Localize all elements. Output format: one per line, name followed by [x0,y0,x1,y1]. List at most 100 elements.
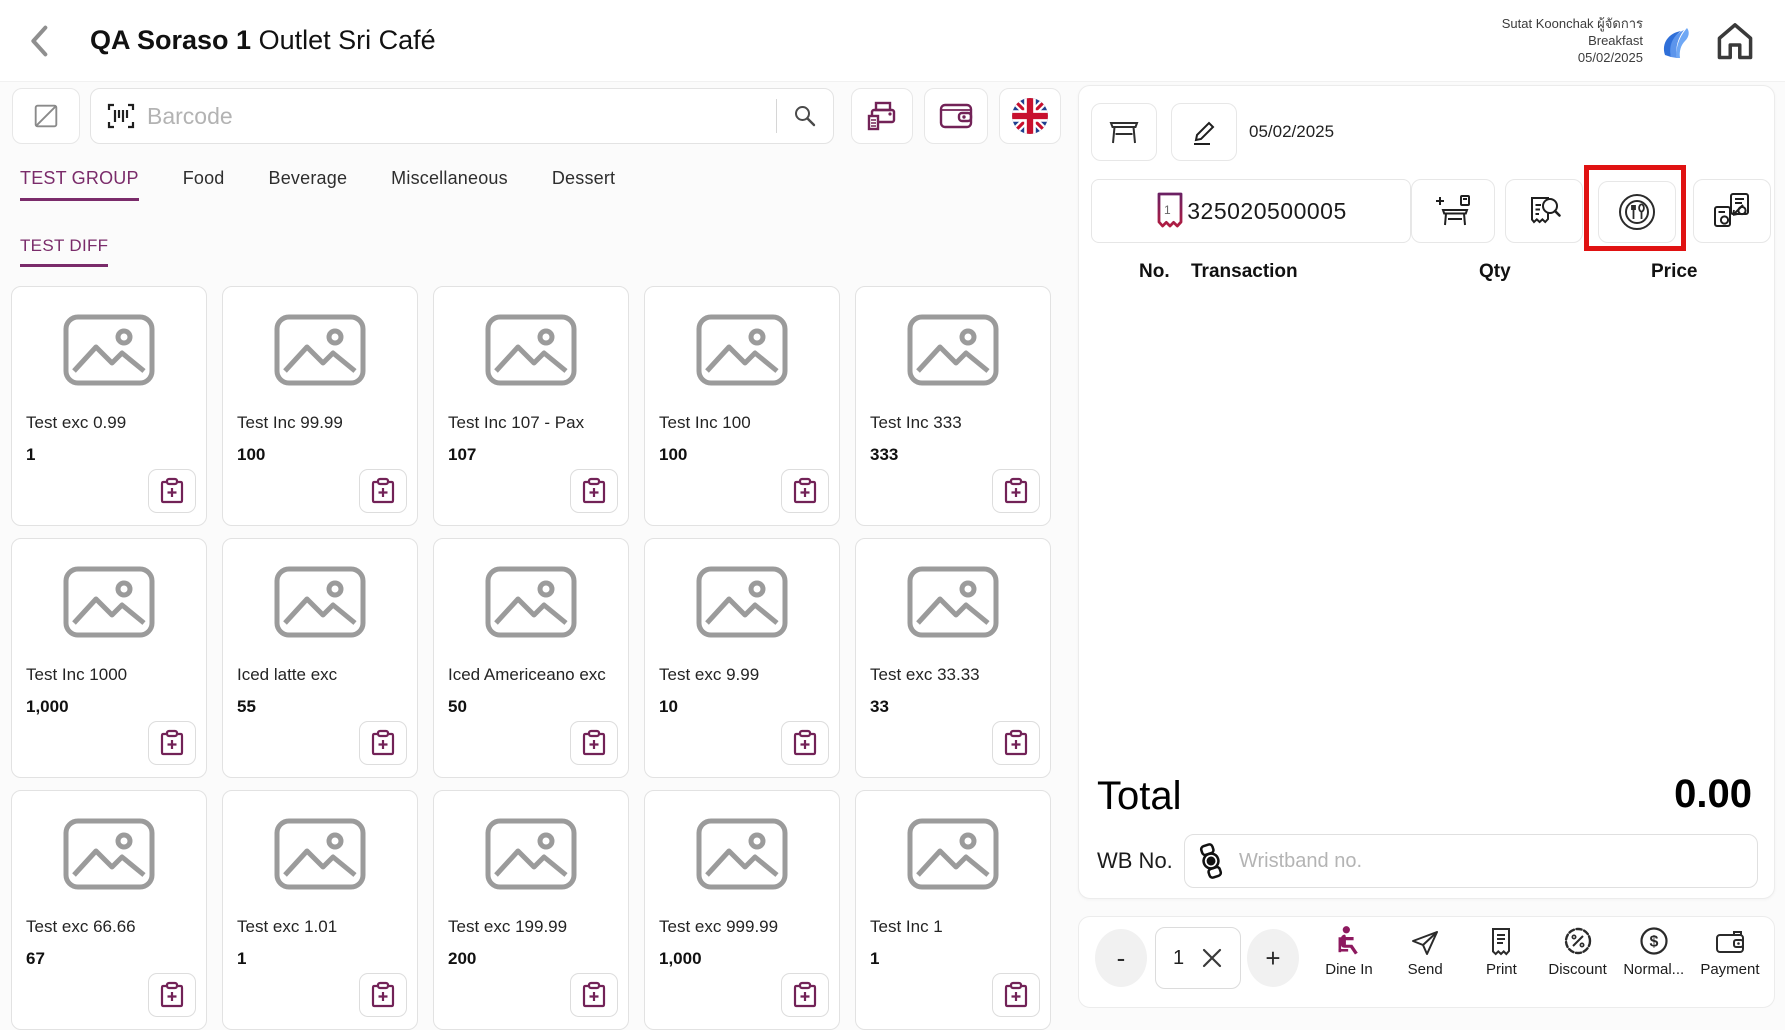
clipboard-plus-icon [159,981,185,1009]
product-price: 1 [237,949,246,969]
add-to-order-button[interactable] [359,721,407,765]
product-card[interactable]: Test Inc 10001,000 [11,538,207,778]
subtab-test-diff[interactable]: TEST DIFF [20,236,108,267]
tab-dessert[interactable]: Dessert [552,168,615,201]
svg-text:$: $ [1649,934,1658,951]
clipboard-plus-icon [159,477,185,505]
search-icon [792,103,818,129]
barcode-search-button[interactable] [777,89,833,143]
action-label: Print [1486,961,1517,978]
pencil-icon [1188,116,1220,148]
tab-beverage[interactable]: Beverage [269,168,348,201]
tab-miscellaneous[interactable]: Miscellaneous [391,168,508,201]
product-card[interactable]: Test exc 9.9910 [644,538,840,778]
product-card[interactable]: Iced latte exc55 [222,538,418,778]
price-mode-button[interactable]: $ Normal... [1616,925,1692,978]
column-price: Price [1651,261,1697,283]
add-to-order-button[interactable] [992,973,1040,1017]
toggle-product-images-button[interactable] [12,88,80,144]
qty-decrease-button[interactable]: - [1095,929,1147,987]
qty-stepper[interactable]: 1 [1155,927,1241,989]
dine-in-menu-button[interactable] [1598,181,1676,243]
add-to-order-button[interactable] [148,721,196,765]
product-price: 1 [26,445,35,465]
product-card[interactable]: Test exc 1.011 [222,790,418,1030]
product-card[interactable]: Test Inc 11 [855,790,1051,1030]
search-transaction-button[interactable] [1505,179,1583,243]
add-to-order-button[interactable] [781,469,829,513]
wristband-placeholder: Wristband no. [1239,850,1362,873]
image-placeholder-icon [62,313,156,387]
add-table-order-button[interactable] [1411,179,1495,243]
back-button[interactable] [22,23,58,59]
table-plus-icon [1434,194,1472,228]
barcode-input[interactable]: Barcode [90,88,834,144]
product-card[interactable]: Test exc 199.99200 [433,790,629,1030]
clipboard-plus-icon [792,729,818,757]
add-to-order-button[interactable] [359,469,407,513]
product-card[interactable]: Test exc 66.6667 [11,790,207,1030]
product-name: Test Inc 1 [870,917,943,937]
product-name: Test Inc 333 [870,413,962,433]
add-to-order-button[interactable] [359,973,407,1017]
product-card[interactable]: Test Inc 107 - Pax107 [433,286,629,526]
session-info: Sutat Koonchak ผู้จัดการ Breakfast 05/02… [1502,15,1643,66]
product-card[interactable]: Test Inc 333333 [855,286,1051,526]
add-to-order-button[interactable] [148,469,196,513]
tab-food[interactable]: Food [183,168,225,201]
product-grid: Test exc 0.991 Test Inc 99.99100 Test In… [11,286,1067,1030]
business-date: 05/02/2025 [1502,49,1643,66]
qty-value: 1 [1173,947,1184,970]
product-card[interactable]: Test exc 33.3333 [855,538,1051,778]
column-qty: Qty [1479,261,1511,283]
user-name: Sutat Koonchak ผู้จัดการ [1502,15,1643,32]
subcategory-tabs: TEST DIFF [20,236,108,267]
edit-order-button[interactable] [1171,103,1237,161]
product-price: 33 [870,697,889,717]
cash-drawer-button[interactable] [924,88,988,144]
add-to-order-button[interactable] [781,721,829,765]
add-to-order-button[interactable] [148,973,196,1017]
product-price: 67 [26,949,45,969]
clipboard-plus-icon [792,477,818,505]
product-card[interactable]: Iced Americeano exc50 [433,538,629,778]
send-icon [1410,929,1440,957]
print-button[interactable] [851,88,913,144]
product-card[interactable]: Test Inc 100100 [644,286,840,526]
discount-button[interactable]: Discount [1540,925,1616,978]
tab-test-group[interactable]: TEST GROUP [20,168,139,201]
table-select-button[interactable] [1091,103,1157,161]
barcode-placeholder: Barcode [147,103,776,130]
qty-increase-button[interactable]: + [1247,929,1299,987]
add-to-order-button[interactable] [781,973,829,1017]
split-bill-button[interactable] [1693,179,1771,243]
column-no: No. [1139,261,1170,283]
dine-in-icon [1334,925,1364,957]
image-placeholder-icon [484,817,578,891]
clear-qty-icon[interactable] [1201,947,1223,969]
clipboard-plus-icon [370,729,396,757]
product-card[interactable]: Test Inc 99.99100 [222,286,418,526]
add-to-order-button[interactable] [992,721,1040,765]
image-placeholder-icon [62,565,156,639]
product-price: 200 [448,949,476,969]
add-to-order-button[interactable] [570,973,618,1017]
product-card[interactable]: Test exc 0.991 [11,286,207,526]
table-icon [1107,116,1141,148]
dine-in-button[interactable]: Dine In [1311,925,1387,978]
receipt-icon [1489,927,1513,957]
add-to-order-button[interactable] [570,469,618,513]
language-button[interactable] [999,88,1061,144]
payment-button[interactable]: Payment [1692,925,1768,978]
product-price: 50 [448,697,467,717]
wristband-input[interactable]: Wristband no. [1184,834,1758,888]
product-card[interactable]: Test exc 999.991,000 [644,790,840,1030]
print-receipt-button[interactable]: Print [1463,925,1539,978]
home-button[interactable] [1713,19,1757,63]
image-placeholder-icon [695,817,789,891]
transaction-card[interactable]: 1 325020500005 [1091,179,1411,243]
add-to-order-button[interactable] [992,469,1040,513]
send-button[interactable]: Send [1387,925,1463,978]
chevron-left-icon [28,25,52,57]
add-to-order-button[interactable] [570,721,618,765]
